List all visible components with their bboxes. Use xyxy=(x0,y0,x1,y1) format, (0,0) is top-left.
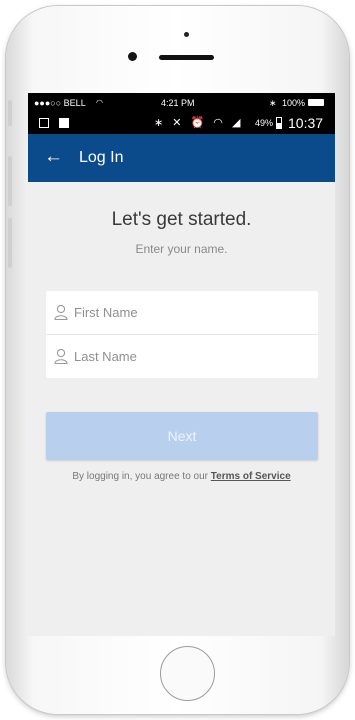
mute-switch xyxy=(8,100,12,126)
arrow-left-icon[interactable]: ← xyxy=(44,147,63,167)
wifi-icon: ◠ xyxy=(96,98,103,107)
front-camera xyxy=(128,52,137,61)
first-name-input[interactable] xyxy=(74,300,304,324)
status-icons: ∗ ✕ ⏰ ◠ ◢ xyxy=(154,117,244,129)
name-form xyxy=(46,291,318,378)
ios-clock: 4:21 PM xyxy=(161,98,195,108)
android-status-bar: ∗ ✕ ⏰ ◠ ◢ 49% 10:37 xyxy=(28,113,335,134)
proximity-sensor xyxy=(184,32,189,37)
first-name-row xyxy=(46,291,318,334)
carrier-label: ●●●○○ BELL xyxy=(34,98,86,108)
last-name-row xyxy=(46,335,318,378)
android-battery-icon xyxy=(276,117,282,129)
page-title: Log In xyxy=(79,149,124,166)
volume-down-button xyxy=(8,218,12,268)
clipboard-notification-icon xyxy=(59,118,69,128)
ios-status-bar: ●●●○○ BELL ◠ 4:21 PM ∗ 100% xyxy=(28,93,335,113)
next-button[interactable]: Next xyxy=(46,412,318,460)
home-button[interactable] xyxy=(160,646,215,701)
bluetooth-icon: ∗ xyxy=(269,98,277,108)
terms-of-service-link[interactable]: Terms of Service xyxy=(211,471,291,482)
heading: Let's get started. xyxy=(111,209,252,230)
terms-prefix: By logging in, you agree to our xyxy=(72,471,208,482)
person-icon xyxy=(54,304,68,320)
last-name-input[interactable] xyxy=(74,344,304,368)
person-icon xyxy=(54,348,68,364)
earpiece-speaker xyxy=(159,55,214,60)
android-clock: 10:37 xyxy=(288,115,324,131)
battery-icon xyxy=(308,99,324,106)
app-bar: ← Log In xyxy=(28,134,335,182)
terms-notice: By logging in, you agree to our Terms of… xyxy=(28,471,335,482)
app-screen: ●●●○○ BELL ◠ 4:21 PM ∗ 100% ∗ ✕ ⏰ ◠ ◢ 49… xyxy=(28,93,335,636)
ios-battery-percent: 100% xyxy=(282,98,306,108)
android-battery-percent: 49% xyxy=(255,118,274,128)
image-notification-icon xyxy=(39,118,49,128)
subheading: Enter your name. xyxy=(135,242,228,256)
volume-up-button xyxy=(8,156,12,206)
